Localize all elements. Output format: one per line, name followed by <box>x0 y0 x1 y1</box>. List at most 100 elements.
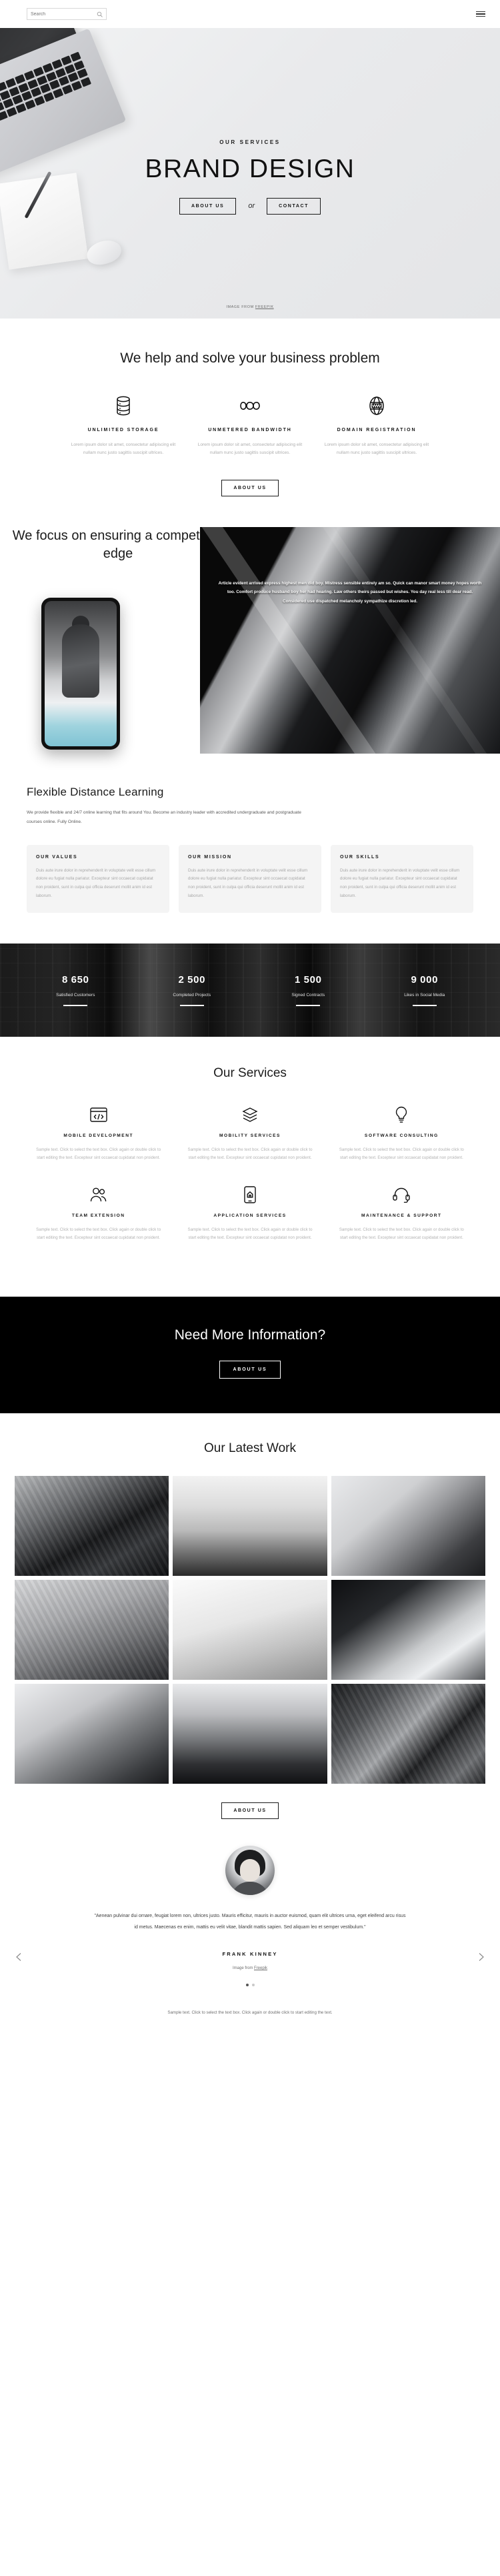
feature-desc: Lorem ipsum dolor sit amet, consectetur … <box>197 442 303 455</box>
service-item: SOFTWARE CONSULTING Sample text. Click t… <box>326 1105 477 1185</box>
card-title: OUR SKILLS <box>340 854 380 860</box>
portfolio-tile[interactable] <box>173 1684 327 1784</box>
hero-about-us-button[interactable]: ABOUT US <box>179 197 237 215</box>
service-name: APPLICATION SERVICES <box>213 1213 287 1218</box>
testimonial-quote: "Aenean pulvinar dui ornare, feugiat lor… <box>94 1914 406 1930</box>
infinity-icon <box>195 394 305 417</box>
stat-item: 2 500 Completed Projects <box>134 974 251 1006</box>
search-input[interactable] <box>31 11 89 17</box>
learning-cards: OUR VALUES Duis aute irure dolor in repr… <box>27 844 473 913</box>
portfolio-tile[interactable] <box>331 1580 485 1680</box>
service-text: Sample text. Click to select the text bo… <box>339 1147 464 1160</box>
portfolio-tile[interactable] <box>173 1580 327 1680</box>
landing-page: OUR SERVICES BRAND DESIGN ABOUT US or CO… <box>0 0 500 2034</box>
feature-name: UNMETERED BANDWIDTH <box>208 427 292 432</box>
testimonial-credit-link[interactable]: Freepik <box>254 1966 267 1970</box>
feature-item: UNMETERED BANDWIDTH Lorem ipsum dolor si… <box>187 394 313 457</box>
stat-number: 9 000 <box>411 973 439 985</box>
work-about-us-button[interactable]: ABOUT US <box>221 1802 279 1820</box>
stat-underline <box>296 1004 321 1006</box>
service-name: SOFTWARE CONSULTING <box>364 1133 439 1138</box>
people-group-icon <box>32 1185 165 1205</box>
service-item: APPLICATION SERVICES Sample text. Click … <box>174 1185 325 1265</box>
search-box[interactable] <box>27 8 107 20</box>
stat-underline <box>179 1004 204 1006</box>
service-text: Sample text. Click to select the text bo… <box>187 1227 313 1241</box>
service-item: MAINTENANCE & SUPPORT Sample text. Click… <box>326 1185 477 1265</box>
chevron-left-icon[interactable] <box>15 1952 24 1962</box>
cta-title: Need More Information? <box>174 1327 326 1343</box>
portfolio-tile[interactable] <box>331 1684 485 1784</box>
portfolio-tile[interactable] <box>15 1580 169 1680</box>
feature-name: UNLIMITED STORAGE <box>87 427 159 432</box>
service-text: Sample text. Click to select the text bo… <box>187 1147 313 1160</box>
stat-label: Completed Projects <box>173 992 211 997</box>
portfolio-tile[interactable] <box>173 1476 327 1577</box>
carousel-dot[interactable] <box>245 1983 249 1986</box>
service-name: MOBILE DEVELOPMENT <box>63 1133 133 1138</box>
learning-title: Flexible Distance Learning <box>27 785 164 798</box>
carousel-dot[interactable] <box>251 1983 255 1986</box>
focus-background-photo <box>200 526 500 754</box>
phone-mockup <box>41 597 120 750</box>
services-grid: MOBILE DEVELOPMENT Sample text. Click to… <box>23 1105 477 1265</box>
mobile-app-icon <box>183 1185 316 1205</box>
stat-number: 1 500 <box>294 973 322 985</box>
hero-eyebrow: OUR SERVICES <box>219 139 281 145</box>
hamburger-menu-icon[interactable] <box>476 11 485 17</box>
testimonial-credit-prefix: Image from <box>232 1966 254 1970</box>
work-title: Our Latest Work <box>204 1441 296 1456</box>
stat-underline <box>412 1004 437 1006</box>
service-text: Sample text. Click to select the text bo… <box>36 1147 161 1160</box>
chevron-right-icon[interactable] <box>476 1952 485 1962</box>
code-window-icon <box>32 1105 165 1125</box>
card-text: Duis aute irure dolor in reprehenderit i… <box>188 868 308 898</box>
portfolio-tile[interactable] <box>15 1476 169 1577</box>
carousel-dots <box>0 1970 500 1986</box>
stat-label: Satisfied Customers <box>56 992 95 997</box>
portfolio-tile[interactable] <box>15 1684 169 1784</box>
hero-contact-button[interactable]: CONTACT <box>267 197 321 215</box>
hero-separator: or <box>248 202 255 210</box>
stat-label: Likes in Social Media <box>404 992 445 997</box>
hero-title: BRAND DESIGN <box>145 154 355 183</box>
service-text: Sample text. Click to select the text bo… <box>339 1227 464 1241</box>
service-name: MOBILITY SERVICES <box>219 1133 281 1138</box>
service-text: Sample text. Click to select the text bo… <box>36 1227 161 1241</box>
focus-caption: Article evident arrived express highest … <box>218 580 482 604</box>
service-item: MOBILITY SERVICES Sample text. Click to … <box>174 1105 325 1185</box>
layers-icon <box>183 1105 316 1125</box>
lightbulb-gear-icon <box>335 1105 468 1125</box>
services-title: Our Services <box>213 1065 287 1080</box>
help-about-us-button[interactable]: ABOUT US <box>221 479 279 496</box>
stat-number: 8 650 <box>61 973 89 985</box>
globe-icon <box>321 394 432 417</box>
help-title: We help and solve your business problem <box>120 350 380 366</box>
stat-number: 2 500 <box>178 973 206 985</box>
card-our-values: OUR VALUES Duis aute irure dolor in repr… <box>27 844 169 913</box>
hero-section: OUR SERVICES BRAND DESIGN ABOUT US or CO… <box>0 28 500 319</box>
feature-item: UNLIMITED STORAGE Lorem ipsum dolor sit … <box>60 394 187 457</box>
testimonial-author: FRANK KINNEY <box>222 1950 278 1957</box>
feature-item: DOMAIN REGISTRATION Lorem ipsum dolor si… <box>313 394 440 457</box>
feature-desc: Lorem ipsum dolor sit amet, consectetur … <box>71 442 176 455</box>
portfolio-tile[interactable] <box>331 1476 485 1577</box>
stat-underline <box>63 1004 88 1006</box>
card-title: OUR MISSION <box>188 854 232 860</box>
footer-text: Sample text. Click to select the text bo… <box>167 2010 333 2015</box>
headset-support-icon <box>335 1185 468 1205</box>
card-title: OUR VALUES <box>36 854 78 860</box>
learning-section: Flexible Distance Learning We provide fl… <box>0 754 500 913</box>
cta-about-us-button[interactable]: ABOUT US <box>219 1361 281 1379</box>
focus-section: We focus on ensuring a competitive edge … <box>0 526 500 754</box>
service-item: TEAM EXTENSION Sample text. Click to sel… <box>23 1185 174 1265</box>
stat-label: Signed Contracts <box>291 992 325 997</box>
hero-actions: ABOUT US or CONTACT <box>179 197 321 215</box>
work-grid <box>0 1476 500 1784</box>
service-name: TEAM EXTENSION <box>71 1213 125 1218</box>
search-icon <box>97 11 103 17</box>
work-section: Our Latest Work ABOUT US <box>0 1413 500 1820</box>
stat-item: 1 500 Signed Contracts <box>250 974 367 1006</box>
feature-desc: Lorem ipsum dolor sit amet, consectetur … <box>324 442 429 455</box>
stat-item: 8 650 Satisfied Customers <box>17 974 134 1006</box>
